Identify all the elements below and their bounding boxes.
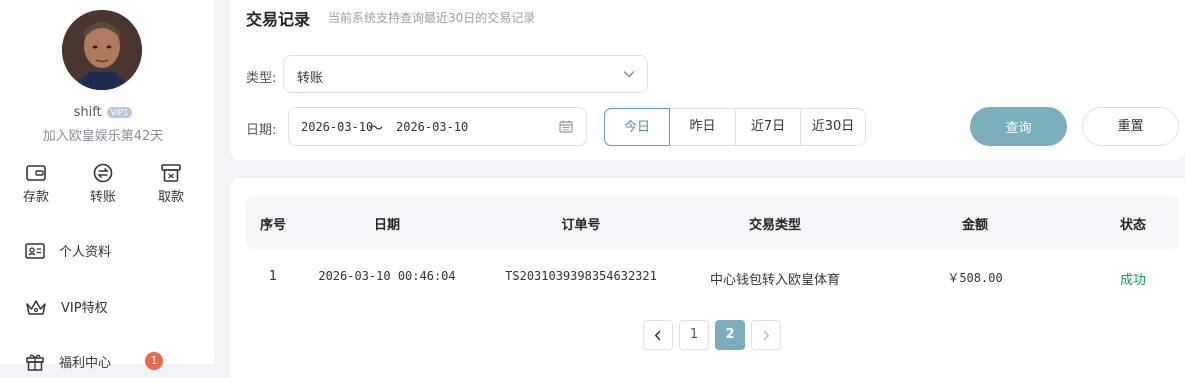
deposit-button[interactable]: 存款 [11,163,61,205]
quick-date-30days[interactable]: 近30日 [801,109,865,145]
date-range-picker[interactable]: 2026-03-10 ～ 2026-03-10 [288,107,587,146]
withdraw-label: 取款 [157,190,184,205]
page-title: 交易记录 [246,10,311,29]
pager-prev-button[interactable] [643,320,673,350]
transfer-button[interactable]: 转账 [78,163,128,205]
calendar-icon [559,120,573,133]
transfer-label: 转账 [89,190,116,205]
quick-date-today[interactable]: 今日 [604,108,670,146]
cell-order-no: TS2031039398354632321 [505,269,657,283]
reset-button[interactable]: 重置 [1082,107,1179,146]
col-header-status: 状态 [1119,218,1147,233]
crown-icon [26,299,46,315]
cell-amount: ￥508.00 [947,271,1003,285]
notification-badge: 1 [145,352,163,370]
quick-date-7days[interactable]: 近7日 [736,109,801,145]
withdraw-icon [161,164,181,182]
menu-item-vip[interactable]: VIP特权 [25,297,108,316]
menu-item-profile[interactable]: 个人资料 [25,241,111,260]
withdraw-button[interactable]: 取款 [146,163,196,205]
cell-type: 中心钱包转入欧皇体育 [709,273,841,288]
type-select-value: 转账 [297,71,324,86]
wallet-icon [26,165,46,181]
chevron-down-icon [623,71,635,78]
date-label: 日期: [246,123,277,138]
col-header-order: 订单号 [561,218,601,233]
menu-label-vip: VIP特权 [61,301,108,316]
avatar[interactable] [62,10,142,90]
type-label: 类型: [246,71,277,86]
id-card-icon [25,242,45,259]
cell-date: 2026-03-10 00:46:04 [318,269,456,283]
vip-badge: VIP1 [106,107,133,118]
quick-date-group: 今日 昨日 近7日 近30日 [604,108,866,146]
date-start[interactable]: 2026-03-10 [301,120,373,134]
pager-next-button[interactable] [751,320,781,350]
join-days-text: 加入欧皇娱乐第42天 [42,129,164,144]
pager-page-1[interactable]: 1 [679,320,709,350]
cell-index: 1 [268,269,278,284]
deposit-label: 存款 [22,190,49,205]
type-select[interactable]: 转账 [283,55,648,93]
menu-label-profile: 个人资料 [59,245,112,260]
quick-date-yesterday[interactable]: 昨日 [670,109,736,145]
menu-item-welfare[interactable]: 福利中心 [25,352,111,371]
cell-status: 成功 [1119,273,1147,288]
col-header-index: 序号 [259,218,287,233]
gift-icon [26,354,44,371]
username-row: shift VIP1 [0,105,206,120]
date-end[interactable]: 2026-03-10 [396,120,468,134]
date-separator: ～ [369,121,383,137]
pager-page-2[interactable]: 2 [715,320,745,350]
menu-label-welfare: 福利中心 [59,356,112,371]
sidebar: shift VIP1 加入欧皇娱乐第42天 存款 转账 取款 个人资料 VIP特… [0,0,214,371]
transfer-icon [93,163,113,183]
col-header-type: 交易类型 [748,218,802,233]
col-header-date: 日期 [373,218,401,233]
col-header-amount: 金额 [961,218,989,233]
query-button[interactable]: 查询 [970,107,1067,146]
chevron-right-icon [763,330,770,341]
page-subtitle: 当前系统支持查询最近30日的交易记录 [328,11,536,25]
chevron-left-icon [654,330,661,341]
username: shift [73,105,102,120]
